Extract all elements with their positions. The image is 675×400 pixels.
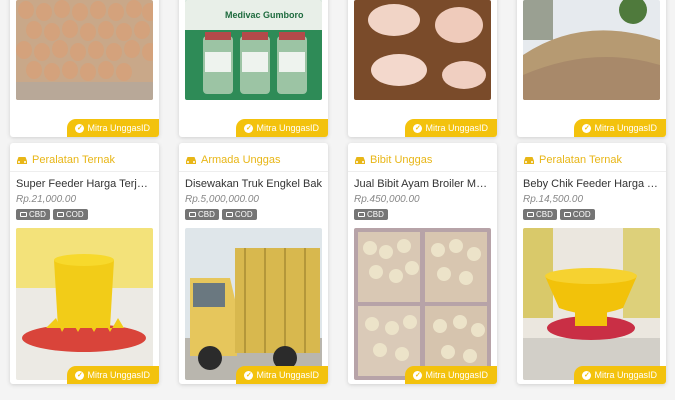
product-title: Jual Bibit Ayam Broiler Merah <box>354 178 491 190</box>
cash-icon <box>563 212 571 217</box>
product-card[interactable]: ✓ Mitra UnggasID <box>348 0 497 137</box>
mitra-badge: ✓ Mitra UnggasID <box>405 366 497 384</box>
svg-text:Medivac Gumboro: Medivac Gumboro <box>225 10 304 20</box>
product-title: Beby Chik Feeder Harga Terjangkau <box>523 178 660 190</box>
car-icon <box>186 157 196 164</box>
product-card[interactable]: ✓ Mitra UnggasID <box>10 0 159 137</box>
tag-cbd: CBD <box>523 209 557 220</box>
product-image: Medivac Gumboro <box>185 0 322 100</box>
check-circle-icon: ✓ <box>582 123 592 133</box>
category-label: Peralatan Ternak <box>10 149 159 172</box>
mitra-badge: ✓ Mitra UnggasID <box>405 119 497 137</box>
product-card[interactable]: Medivac Gumboro ✓ Mitra UnggasID <box>179 0 328 137</box>
mitra-badge: ✓ Mitra UnggasID <box>236 119 328 137</box>
mitra-badge: ✓ Mitra UnggasID <box>67 366 159 384</box>
cash-icon <box>358 212 365 217</box>
product-image <box>354 0 491 100</box>
car-icon <box>524 157 534 164</box>
product-image <box>354 228 491 380</box>
product-card[interactable]: Peralatan Ternak Super Feeder Harga Terj… <box>10 143 159 384</box>
check-circle-icon: ✓ <box>413 370 423 380</box>
cash-icon <box>189 212 196 217</box>
check-circle-icon: ✓ <box>244 123 254 133</box>
cash-icon <box>56 212 64 217</box>
check-circle-icon: ✓ <box>75 370 85 380</box>
payment-tags: CBD COD <box>523 209 595 220</box>
check-circle-icon: ✓ <box>413 123 423 133</box>
product-image <box>16 0 153 100</box>
product-image <box>16 228 153 380</box>
payment-tags: CBD COD <box>185 209 257 220</box>
category-label: Peralatan Ternak <box>517 149 666 172</box>
cash-icon <box>527 212 534 217</box>
product-price: Rp.21,000.00 <box>16 194 77 205</box>
product-title: Super Feeder Harga Terjangkau <box>16 178 153 190</box>
product-price: Rp.450,000.00 <box>354 194 420 205</box>
car-icon <box>355 157 365 164</box>
product-price: Rp.14,500.00 <box>523 194 584 205</box>
product-card[interactable]: Bibit Unggas Jual Bibit Ayam Broiler Mer… <box>348 143 497 384</box>
tag-cod: COD <box>559 209 595 220</box>
mitra-badge: ✓ Mitra UnggasID <box>236 366 328 384</box>
product-image <box>523 228 660 380</box>
category-label: Bibit Unggas <box>348 149 497 172</box>
product-grid: ✓ Mitra UnggasID Medivac Gumboro ✓ Mitra U… <box>0 0 675 400</box>
check-circle-icon: ✓ <box>244 370 254 380</box>
payment-tags: CBD COD <box>16 209 88 220</box>
product-title: Disewakan Truk Engkel Bak <box>185 178 322 190</box>
product-image <box>185 228 322 380</box>
product-card[interactable]: Peralatan Ternak Beby Chik Feeder Harga … <box>517 143 666 384</box>
product-card[interactable]: Armada Unggas Disewakan Truk Engkel Bak … <box>179 143 328 384</box>
tag-cod: COD <box>221 209 257 220</box>
check-circle-icon: ✓ <box>582 370 592 380</box>
category-label: Armada Unggas <box>179 149 328 172</box>
cash-icon <box>225 212 233 217</box>
product-price: Rp.5,000,000.00 <box>185 194 259 205</box>
product-image <box>523 0 660 100</box>
product-card[interactable]: ✓ Mitra UnggasID <box>517 0 666 137</box>
check-circle-icon: ✓ <box>75 123 85 133</box>
mitra-badge: ✓ Mitra UnggasID <box>574 366 666 384</box>
tag-cbd: CBD <box>354 209 388 220</box>
cash-icon <box>20 212 27 217</box>
mitra-badge: ✓ Mitra UnggasID <box>67 119 159 137</box>
tag-cbd: CBD <box>16 209 50 220</box>
car-icon <box>17 157 27 164</box>
tag-cbd: CBD <box>185 209 219 220</box>
tag-cod: COD <box>52 209 88 220</box>
payment-tags: CBD <box>354 209 388 220</box>
mitra-badge: ✓ Mitra UnggasID <box>574 119 666 137</box>
